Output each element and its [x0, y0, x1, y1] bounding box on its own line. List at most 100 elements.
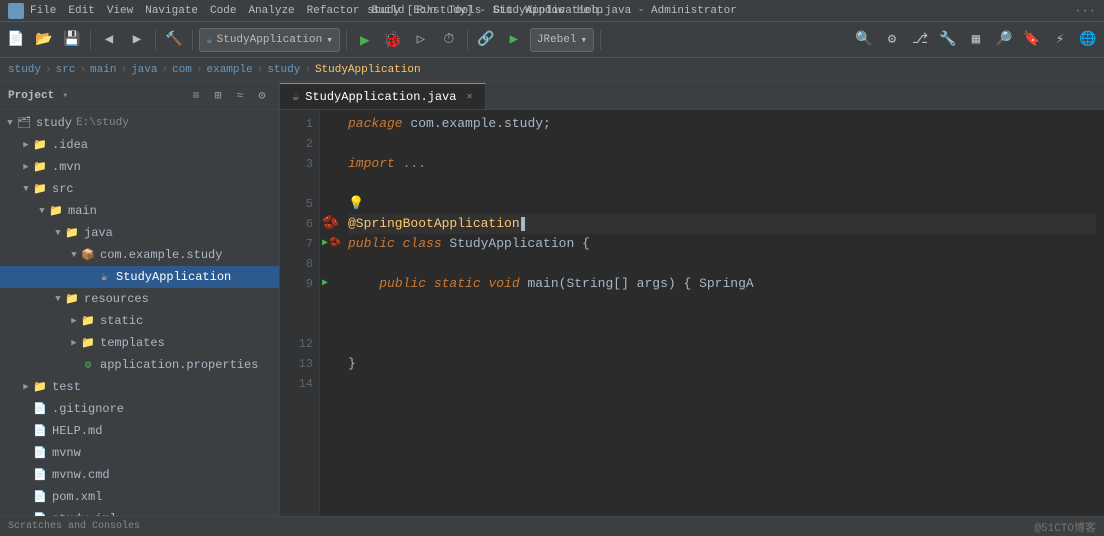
tree-item-appprops[interactable]: ⚙ application.properties — [0, 354, 279, 376]
menu-navigate[interactable]: Navigate — [145, 5, 198, 17]
gear-icon[interactable]: ⚙ — [253, 87, 271, 105]
debug-button[interactable]: 🐞 — [381, 28, 405, 52]
tree-view-button[interactable]: ≈ — [231, 87, 249, 105]
gutter-5 — [322, 194, 338, 214]
tree-item-java[interactable]: ▼ 📁 java — [0, 222, 279, 244]
scratches-status[interactable]: Scratches and Consoles — [8, 521, 140, 532]
expand-arrow-static: ▶ — [68, 316, 80, 326]
run-config-label: StudyApplication — [217, 34, 323, 46]
tree-item-idea[interactable]: ▶ 📁 .idea — [0, 134, 279, 156]
build-button[interactable]: 🔨 — [162, 28, 186, 52]
tree-item-mvnwcmd[interactable]: 📄 mvnw.cmd — [0, 464, 279, 486]
tree-item-mvnw[interactable]: 📄 mvnw — [0, 442, 279, 464]
jrebel-dropdown[interactable]: JRebel ▾ — [530, 28, 594, 52]
expand-button[interactable]: ⊞ — [209, 87, 227, 105]
xml-icon: 📄 — [32, 489, 48, 505]
editor-tab-studyapp[interactable]: ☕ StudyApplication.java ✕ — [280, 83, 486, 109]
breadcrumb-study2[interactable]: study — [267, 64, 300, 76]
tree-item-study[interactable]: ▼ 🗂 study E:\study — [0, 112, 279, 134]
folder-icon-templates: 📁 — [80, 335, 96, 351]
tree-item-studyiml[interactable]: 📄 study.iml — [0, 508, 279, 516]
tree-item-gitignore[interactable]: 📄 .gitignore — [0, 398, 279, 420]
search-everywhere-button[interactable]: 🔍 — [852, 28, 876, 52]
find-button[interactable]: 🔎 — [992, 28, 1016, 52]
open-button[interactable]: 📂 — [32, 28, 56, 52]
code-line-14 — [348, 374, 1096, 394]
tree-item-studyapp[interactable]: ☕ StudyApplication — [0, 266, 279, 288]
menu-edit[interactable]: Edit — [68, 5, 94, 17]
breadcrumb-studyapp[interactable]: StudyApplication — [315, 64, 421, 76]
sidebar-dropdown-icon[interactable]: ▾ — [62, 90, 68, 102]
file-icon-mvnw: 📄 — [32, 445, 48, 461]
expand-arrow-idea: ▶ — [20, 140, 32, 150]
code-line-3: import ... — [348, 154, 1096, 174]
tree-item-pomxml[interactable]: 📄 pom.xml — [0, 486, 279, 508]
expand-arrow-main: ▼ — [36, 206, 48, 216]
menu-file[interactable]: File — [30, 5, 56, 17]
bookmark-button[interactable]: 🔖 — [1020, 28, 1044, 52]
chevron-down-icon: ▾ — [326, 33, 333, 47]
tree-item-mvn[interactable]: ▶ 📁 .mvn — [0, 156, 279, 178]
tree-item-templates[interactable]: ▶ 📁 templates — [0, 332, 279, 354]
separator-5 — [467, 30, 468, 50]
run-button[interactable]: ▶ — [353, 28, 377, 52]
breadcrumb-java[interactable]: java — [131, 64, 157, 76]
collapse-all-button[interactable]: ≡ — [187, 87, 205, 105]
tab-close-button[interactable]: ✕ — [466, 91, 472, 103]
tree-item-test[interactable]: ▶ 📁 test — [0, 376, 279, 398]
gitignore-icon: 📄 — [32, 401, 48, 417]
breadcrumb-example[interactable]: example — [207, 64, 253, 76]
tree-item-main[interactable]: ▼ 📁 main — [0, 200, 279, 222]
jrebel-attach-button[interactable]: 🔗 — [474, 28, 498, 52]
vcs-button[interactable]: 🔧 — [936, 28, 960, 52]
file-tree: ▼ 🗂 study E:\study ▶ 📁 .idea ▶ 📁 — [0, 110, 279, 516]
title-bar: File Edit View Navigate Code Analyze Ref… — [0, 0, 1104, 22]
jrebel-chevron-icon: ▾ — [580, 33, 587, 47]
jrebel-run-button[interactable]: ▶ — [502, 28, 526, 52]
menu-code[interactable]: Code — [210, 5, 236, 17]
md-icon: 📄 — [32, 423, 48, 439]
breadcrumb-src[interactable]: src — [56, 64, 76, 76]
code-gutter: 🫘 ▶ 🫘 ▶ — [320, 110, 340, 516]
status-left: Scratches and Consoles — [8, 521, 140, 532]
power-save-button[interactable]: ⚡ — [1048, 28, 1072, 52]
profile-button[interactable]: ⏱ — [437, 28, 461, 52]
properties-icon: ⚙ — [80, 357, 96, 373]
tree-item-src[interactable]: ▼ 📁 src — [0, 178, 279, 200]
menu-view[interactable]: View — [107, 5, 133, 17]
run-icon-7[interactable]: ▶ — [322, 234, 328, 254]
file-icon-mvnwcmd: 📄 — [32, 467, 48, 483]
expand-arrow-java: ▼ — [52, 228, 64, 238]
forward-button[interactable]: ▶ — [125, 28, 149, 52]
gutter-1 — [322, 114, 338, 134]
code-line-11 — [348, 314, 1096, 334]
settings-button[interactable]: ⚙ — [880, 28, 904, 52]
git-button[interactable]: ⎇ — [908, 28, 932, 52]
tree-item-package[interactable]: ▼ 📦 com.example.study — [0, 244, 279, 266]
separator-1 — [90, 30, 91, 50]
tree-item-helpmd[interactable]: 📄 HELP.md — [0, 420, 279, 442]
tree-item-resources[interactable]: ▼ 📁 resources — [0, 288, 279, 310]
back-button[interactable]: ◀ — [97, 28, 121, 52]
breadcrumb-study[interactable]: study — [8, 64, 41, 76]
menu-refactor[interactable]: Refactor — [307, 5, 360, 17]
breadcrumb-com[interactable]: com — [172, 64, 192, 76]
window-title: study [E:\study] - StudyApplication.java… — [367, 5, 737, 17]
run-config-dropdown[interactable]: ☕ StudyApplication ▾ — [199, 28, 340, 52]
window-controls: ··· — [1074, 4, 1096, 18]
coverage-button[interactable]: ▷ — [409, 28, 433, 52]
folder-icon-resources: 📁 — [64, 291, 80, 307]
tree-item-static[interactable]: ▶ 📁 static — [0, 310, 279, 332]
separator-3 — [192, 30, 193, 50]
breadcrumb-main[interactable]: main — [90, 64, 116, 76]
expand-arrow-study: ▼ — [4, 118, 16, 128]
code-content[interactable]: package com.example.study; import ... 💡 … — [340, 110, 1104, 516]
save-button[interactable]: 💾 — [60, 28, 84, 52]
translate-button[interactable]: 🌐 — [1076, 28, 1100, 52]
layout-button[interactable]: ▦ — [964, 28, 988, 52]
menu-analyze[interactable]: Analyze — [248, 5, 294, 17]
new-file-button[interactable]: 📄 — [4, 28, 28, 52]
run-icon-9[interactable]: ▶ — [322, 274, 328, 294]
separator-2 — [155, 30, 156, 50]
code-line-1: package com.example.study; — [348, 114, 1096, 134]
